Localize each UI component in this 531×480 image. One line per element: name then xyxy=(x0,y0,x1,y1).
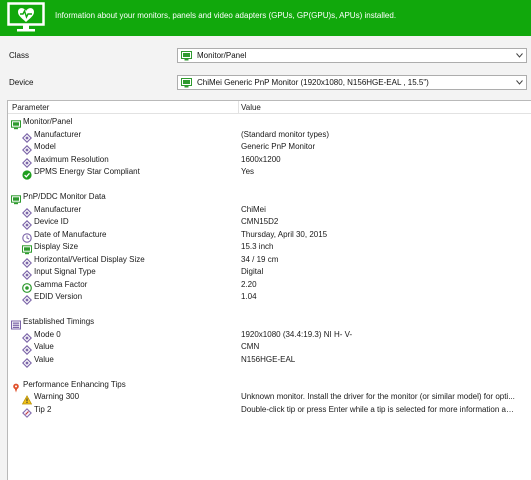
column-divider[interactable] xyxy=(238,101,239,114)
row-value: Double-click tip or press Enter while a … xyxy=(241,404,515,414)
row-parameter: Horizontal/Vertical Display Size xyxy=(34,254,145,264)
row-value: 1.04 xyxy=(241,292,257,301)
row-parameter: Warning 300 xyxy=(34,392,80,401)
row-parameter: EDID Version xyxy=(34,292,83,301)
row-parameter: Device ID xyxy=(34,217,69,226)
row-parameter: Manufacturer xyxy=(34,204,82,214)
row-parameter: Manufacturer xyxy=(34,129,82,139)
table-row[interactable]: Model Generic PnP Monitor xyxy=(8,141,531,155)
row-value: Generic PnP Monitor xyxy=(241,142,316,151)
list-icon xyxy=(11,317,21,330)
row-parameter: Display Size xyxy=(34,242,79,251)
table-row[interactable]: Manufacturer ChiMei xyxy=(8,204,531,218)
table-row[interactable]: Gamma Factor 2.20 xyxy=(8,279,531,293)
row-value: 1920x1080 (34.4:19.3) NI H- V- xyxy=(241,329,353,339)
table-row[interactable]: Warning 300 Unknown monitor. Install the … xyxy=(8,391,531,405)
table-row[interactable]: Mode 0 1920x1080 (34.4:19.3) NI H- V- xyxy=(8,329,531,343)
row-parameter: Input Signal Type xyxy=(34,267,96,276)
device-select-value: ChiMei Generic PnP Monitor (1920x1080, N… xyxy=(197,78,429,87)
check-icon xyxy=(22,167,32,180)
table-row[interactable]: Input Signal Type Digital xyxy=(8,266,531,280)
diamond-icon xyxy=(22,267,32,280)
chevron-down-icon xyxy=(516,80,523,85)
row-value: ChiMei xyxy=(241,204,266,214)
row-parameter: Value xyxy=(34,342,54,351)
table-row[interactable]: Horizontal/Vertical Display Size 34 / 19 … xyxy=(8,254,531,268)
diamond-icon xyxy=(22,142,32,155)
row-parameter: Maximum Resolution xyxy=(34,154,109,164)
monitor-icon xyxy=(11,117,21,130)
gamma-icon xyxy=(22,280,32,293)
table-row[interactable]: Date of Manufacture Thursday, April 30, 2… xyxy=(8,229,531,243)
pin-icon xyxy=(11,380,21,392)
table-row[interactable]: Maximum Resolution 1600x1200 xyxy=(8,154,531,168)
row-parameter: Date of Manufacture xyxy=(34,229,107,239)
row-value: 2.20 xyxy=(241,279,257,289)
row-parameter: Value xyxy=(34,354,54,364)
chevron-down-icon xyxy=(516,53,523,58)
row-value: Yes xyxy=(241,167,255,176)
group-title: PnP/DDC Monitor Data xyxy=(23,192,106,201)
monitor-icon xyxy=(22,242,32,255)
row-value: Digital xyxy=(241,267,264,276)
row-value: 1600x1200 xyxy=(241,154,281,164)
diamond-icon xyxy=(22,205,32,218)
table-row[interactable]: EDID Version 1.04 xyxy=(8,291,531,305)
group-header[interactable]: Performance Enhancing Tips xyxy=(8,379,531,392)
diamond-icon xyxy=(22,217,32,230)
row-value: CMN15D2 xyxy=(241,217,279,226)
row-value: 15.3 inch xyxy=(241,242,274,251)
properties-table[interactable]: Parameter Value Monitor/Panel Manufacture… xyxy=(7,100,531,480)
row-parameter: Tip 2 xyxy=(34,404,52,414)
device-select[interactable]: ChiMei Generic PnP Monitor (1920x1080, N… xyxy=(177,75,527,90)
column-header-parameter[interactable]: Parameter xyxy=(12,103,49,112)
header-description: Information about your monitors, panels … xyxy=(55,11,397,20)
table-row[interactable]: Tip 2 Double-click tip or press Enter whi… xyxy=(8,404,531,418)
row-value: N156HGE-EAL xyxy=(241,354,296,364)
row-value: Thursday, April 30, 2015 xyxy=(241,229,328,239)
group-header[interactable]: PnP/DDC Monitor Data xyxy=(8,191,531,205)
row-parameter: DPMS Energy Star Compliant xyxy=(34,167,140,176)
table-row[interactable]: Manufacturer (Standard monitor types) xyxy=(8,129,531,143)
diamond-icon xyxy=(22,342,32,355)
header-banner: Information about your monitors, panels … xyxy=(0,0,531,36)
warning-icon xyxy=(21,392,33,405)
row-value: (Standard monitor types) xyxy=(241,129,330,139)
table-row[interactable]: Value N156HGE-EAL xyxy=(8,354,531,368)
tip-icon xyxy=(22,405,32,418)
table-row[interactable]: DPMS Energy Star Compliant Yes xyxy=(8,166,531,180)
device-label: Device xyxy=(9,78,34,87)
table-row[interactable]: Display Size 15.3 inch xyxy=(8,241,531,255)
monitor-heart-icon xyxy=(7,2,45,32)
group-header[interactable]: Established Timings xyxy=(8,316,531,330)
diamond-icon xyxy=(22,255,32,268)
diamond-icon xyxy=(22,355,32,368)
class-select[interactable]: Monitor/Panel xyxy=(177,48,527,63)
table-row[interactable]: Value CMN xyxy=(8,341,531,355)
diamond-icon xyxy=(22,155,32,168)
monitor-icon xyxy=(181,78,192,88)
row-parameter: Gamma Factor xyxy=(34,279,88,289)
table-row[interactable]: Device ID CMN15D2 xyxy=(8,216,531,230)
row-value: 34 / 19 cm xyxy=(241,254,279,264)
column-header-value[interactable]: Value xyxy=(241,103,261,112)
clock-icon xyxy=(22,230,32,243)
row-value: CMN xyxy=(241,342,260,351)
diamond-icon xyxy=(22,292,32,305)
group-header[interactable]: Monitor/Panel xyxy=(8,116,531,130)
row-value: Unknown monitor. Install the driver for … xyxy=(241,392,515,401)
class-select-value: Monitor/Panel xyxy=(197,51,247,60)
group-title: Monitor/Panel xyxy=(23,117,73,126)
table-header: Parameter Value xyxy=(8,101,531,114)
group-title: Performance Enhancing Tips xyxy=(23,379,126,389)
diamond-icon xyxy=(22,130,32,143)
monitor-icon xyxy=(11,192,21,205)
monitor-icon xyxy=(181,51,192,61)
class-label: Class xyxy=(9,51,30,60)
row-parameter: Model xyxy=(34,142,56,151)
group-title: Established Timings xyxy=(23,317,95,326)
row-parameter: Mode 0 xyxy=(34,329,61,339)
diamond-icon xyxy=(22,330,32,343)
